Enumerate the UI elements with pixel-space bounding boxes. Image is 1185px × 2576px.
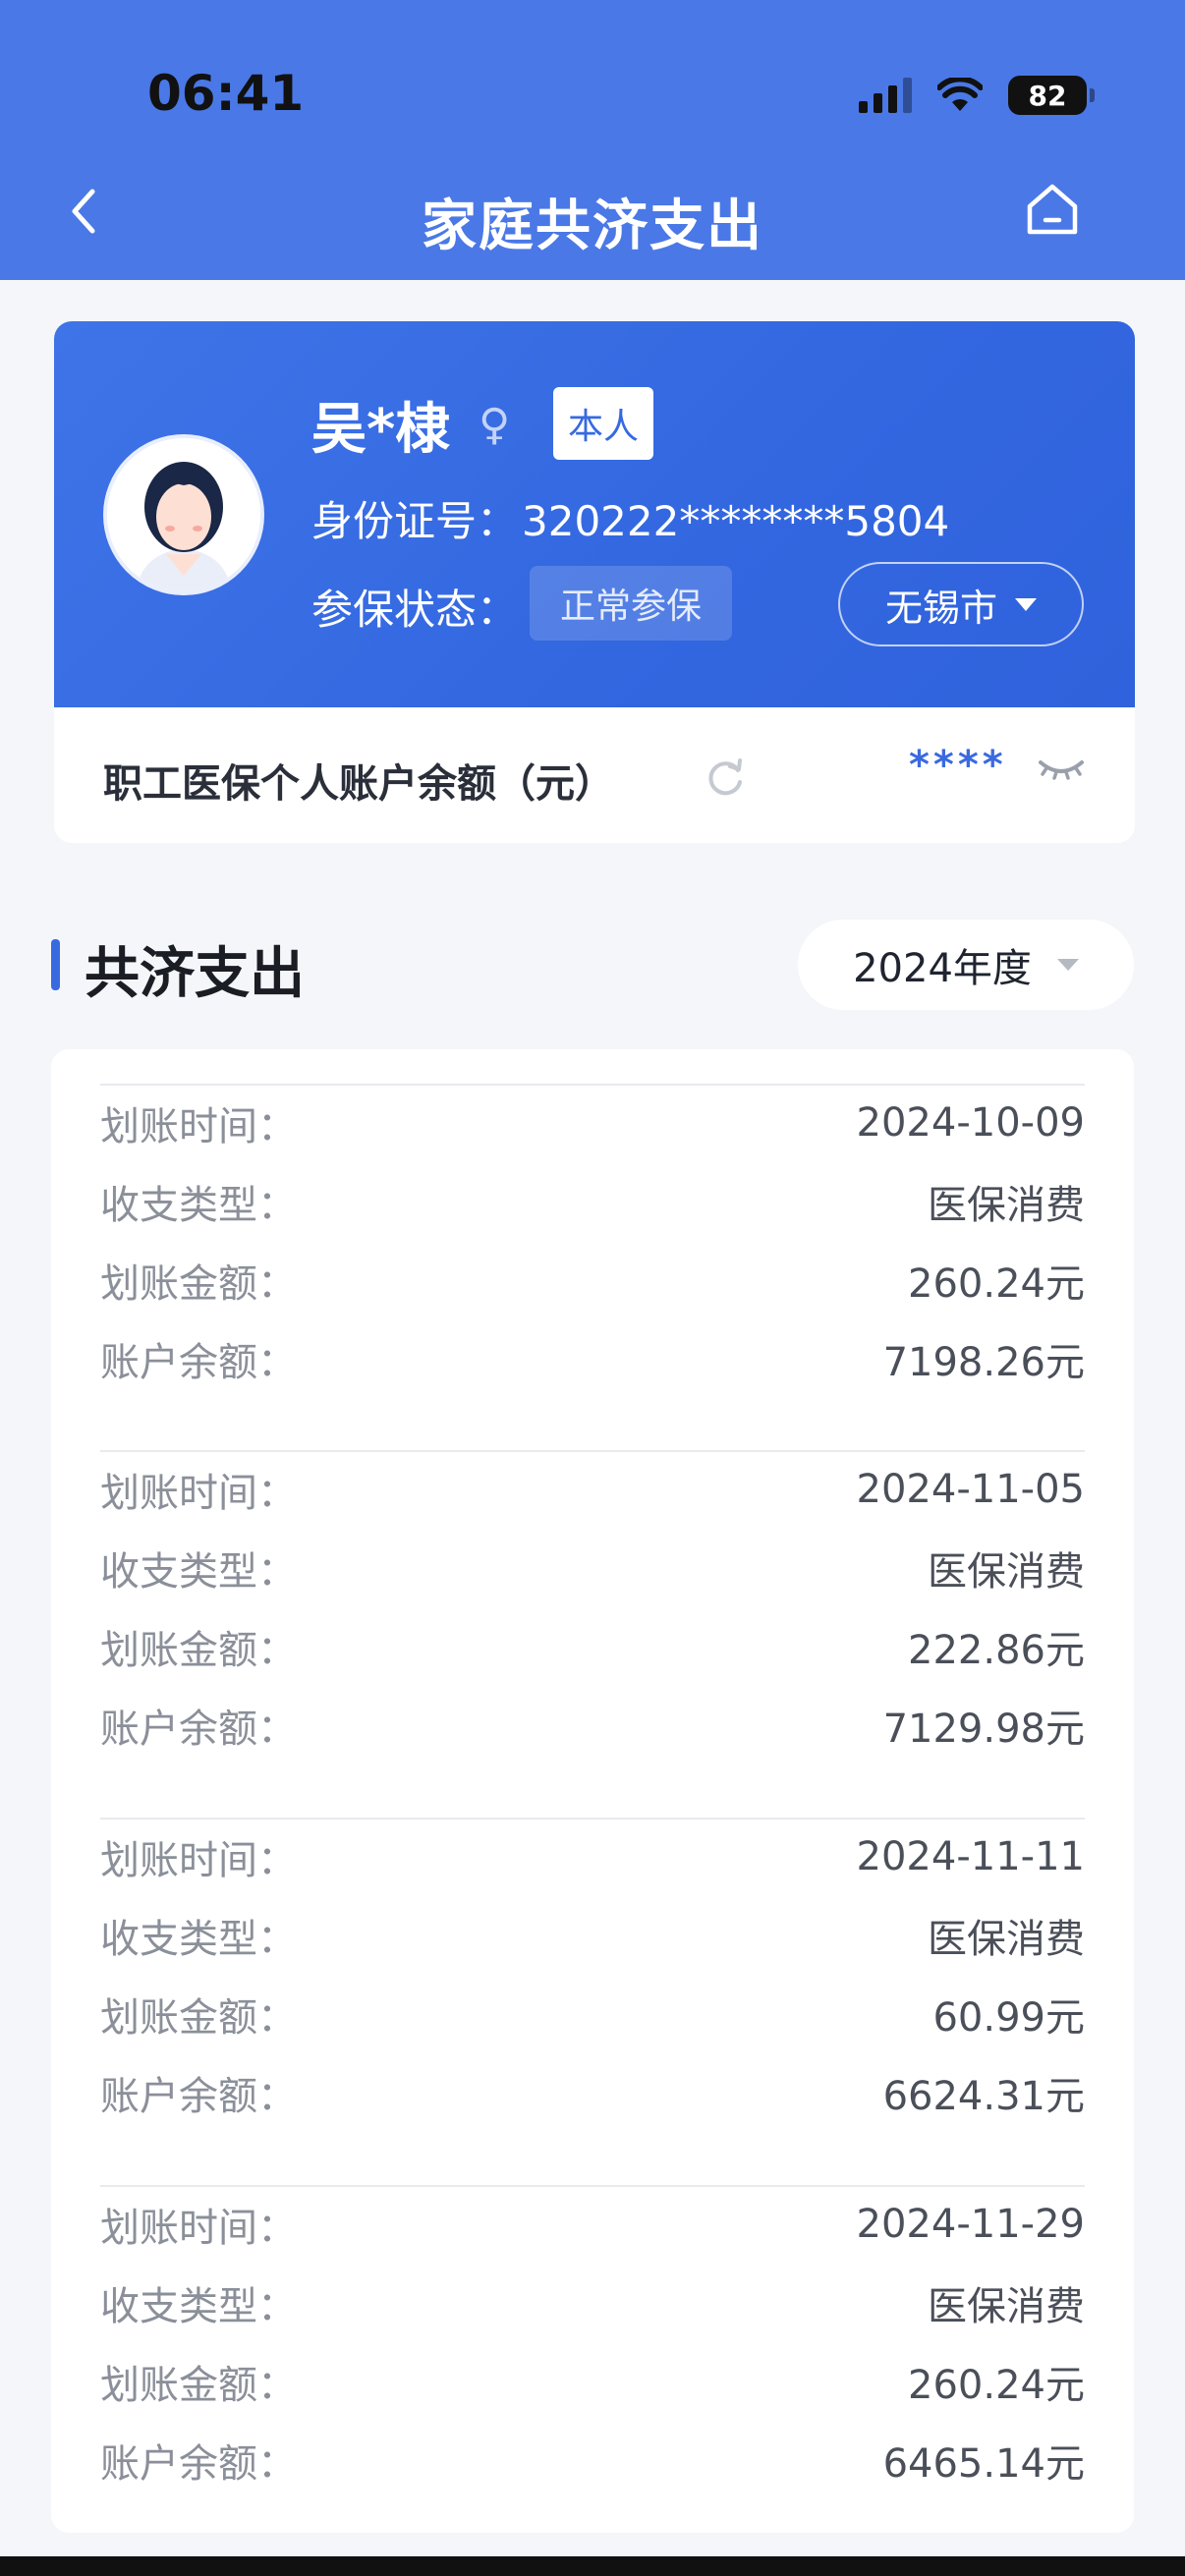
record-type-row: 收支类型： 医保消费 — [100, 2273, 1085, 2332]
record-time: 2024-11-05 — [856, 1467, 1085, 1512]
refresh-button[interactable] — [703, 755, 748, 800]
record-amount-row: 划账金额： 260.24元 — [100, 2352, 1085, 2411]
year-select-label: 2024年度 — [853, 946, 1032, 991]
record-amount-row: 划账金额： 222.86元 — [100, 1617, 1085, 1676]
record-time-row: 划账时间： 2024-11-11 — [100, 1827, 1085, 1886]
home-icon — [1027, 184, 1078, 235]
female-icon: ♀ — [479, 400, 511, 450]
record-balance-row: 账户余额： 7198.26元 — [100, 1329, 1085, 1388]
id-value: 320222********5804 — [522, 497, 950, 545]
record-amount-row: 划账金额： 260.24元 — [100, 1251, 1085, 1310]
header-bar: 06:41 82 家庭共济支出 — [0, 0, 1185, 280]
record-time: 2024-10-09 — [856, 1100, 1085, 1146]
divider — [100, 1818, 1085, 1820]
toggle-visibility-button[interactable] — [1037, 749, 1086, 788]
record-amount-label: 划账金额： — [100, 2363, 297, 2408]
divider — [100, 1084, 1085, 1086]
section-accent-bar — [51, 939, 60, 990]
city-select[interactable]: 无锡市 — [838, 562, 1084, 646]
record-type-label: 收支类型： — [100, 1549, 297, 1595]
battery-icon: 82 — [1008, 76, 1095, 115]
balance-label: 职工医保个人账户余额（元） — [103, 761, 614, 807]
record-type-row: 收支类型： 医保消费 — [100, 1172, 1085, 1231]
record-amount: 222.86元 — [908, 1628, 1085, 1673]
record-balance: 7198.26元 — [882, 1340, 1085, 1385]
record-type-label: 收支类型： — [100, 1183, 297, 1228]
record-amount-label: 划账金额： — [100, 1995, 297, 2041]
insurance-status-label: 参保状态： — [311, 586, 519, 634]
record-time-row: 划账时间： 2024-10-09 — [100, 1093, 1085, 1152]
cellular-signal-icon — [859, 78, 912, 113]
insurance-status-badge: 正常参保 — [530, 566, 732, 641]
record-type-label: 收支类型： — [100, 1917, 297, 1962]
record-amount-label: 划账金额： — [100, 1261, 297, 1307]
record-amount: 60.99元 — [932, 1995, 1085, 2041]
record-time-row: 划账时间： 2024-11-05 — [100, 1460, 1085, 1519]
relation-tag: 本人 — [553, 387, 653, 460]
section-title: 共济支出 — [85, 942, 305, 1006]
status-icons: 82 — [859, 71, 1095, 120]
page-title: 家庭共济支出 — [422, 195, 763, 258]
status-time: 06:41 — [147, 65, 305, 122]
wifi-icon — [937, 78, 983, 111]
profile-card: 吴*棣 ♀ 本人 身份证号：320222********5804 参保状态： 正… — [54, 321, 1135, 707]
balance-value: **** — [909, 743, 1007, 788]
record-time-label: 划账时间： — [100, 1104, 297, 1149]
avatar — [103, 434, 264, 595]
record-time-row: 划账时间： 2024-11-29 — [100, 2195, 1085, 2254]
record-time: 2024-11-11 — [856, 1834, 1085, 1879]
record-balance-label: 账户余额： — [100, 1340, 297, 1385]
divider — [100, 2185, 1085, 2187]
record-balance-label: 账户余额： — [100, 2441, 297, 2487]
user-name: 吴*棣 — [311, 398, 451, 462]
record-type: 医保消费 — [928, 1183, 1085, 1228]
record-balance-label: 账户余额： — [100, 1707, 297, 1752]
record-type: 医保消费 — [928, 1917, 1085, 1962]
record-balance-label: 账户余额： — [100, 2074, 297, 2119]
record-type: 医保消费 — [928, 2284, 1085, 2329]
record-amount: 260.24元 — [908, 2363, 1085, 2408]
record-balance: 6465.14元 — [882, 2441, 1085, 2487]
battery-level: 82 — [1028, 79, 1067, 112]
record-amount-label: 划账金额： — [100, 1628, 297, 1673]
divider — [100, 1450, 1085, 1452]
bottom-edge — [0, 2556, 1185, 2576]
id-label: 身份证号： — [311, 497, 519, 545]
record-time-label: 划账时间： — [100, 1838, 297, 1883]
user-avatar-icon — [107, 438, 260, 591]
record-amount-row: 划账金额： 60.99元 — [100, 1985, 1085, 2044]
chevron-down-icon — [1015, 597, 1037, 611]
id-number-row: 身份证号：320222********5804 — [311, 488, 949, 548]
account-balance-row: 职工医保个人账户余额（元） **** — [54, 707, 1135, 843]
chevron-down-icon — [1056, 959, 1079, 971]
record-balance-row: 账户余额： 7129.98元 — [100, 1696, 1085, 1755]
record-type-row: 收支类型： 医保消费 — [100, 1906, 1085, 1965]
record-time-label: 划账时间： — [100, 1471, 297, 1516]
city-select-label: 无锡市 — [884, 586, 997, 630]
record-type: 医保消费 — [928, 1549, 1085, 1595]
record-time: 2024-11-29 — [856, 2202, 1085, 2247]
record-amount: 260.24元 — [908, 1261, 1085, 1307]
record-balance-row: 账户余额： 6465.14元 — [100, 2431, 1085, 2490]
home-button[interactable] — [1022, 179, 1083, 240]
record-type-row: 收支类型： 医保消费 — [100, 1539, 1085, 1597]
record-balance: 6624.31元 — [882, 2074, 1085, 2119]
record-balance-row: 账户余额： 6624.31元 — [100, 2063, 1085, 2122]
record-balance: 7129.98元 — [882, 1707, 1085, 1752]
eye-closed-icon — [1039, 760, 1084, 780]
year-select[interactable]: 2024年度 — [798, 920, 1134, 1010]
expense-records-list: 划账时间： 2024-10-09 收支类型： 医保消费 划账金额： 260.24… — [51, 1049, 1134, 2533]
record-time-label: 划账时间： — [100, 2206, 297, 2251]
record-type-label: 收支类型： — [100, 2284, 297, 2329]
refresh-icon — [708, 758, 742, 796]
